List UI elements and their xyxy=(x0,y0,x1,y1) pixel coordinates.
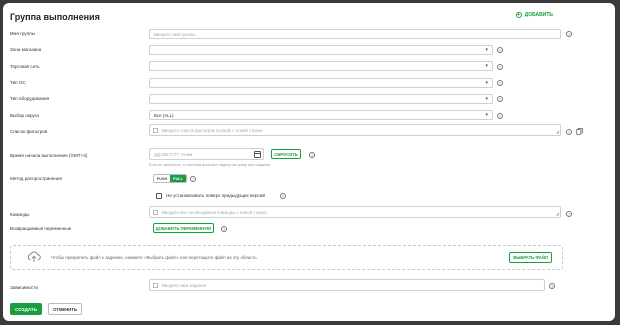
help-icon[interactable]: ? xyxy=(497,113,503,119)
commands-textarea[interactable]: Введите все необходимые команды с новой … xyxy=(149,206,561,218)
os-type-select[interactable]: ▾ xyxy=(149,78,493,88)
form-panel: Группа выполнения + добавить Имя группы … xyxy=(3,3,615,321)
district-select[interactable]: Все (ALL) ▾ xyxy=(149,110,493,120)
reset-button[interactable]: сбросить xyxy=(271,149,301,159)
resize-grip-icon[interactable]: ◢ xyxy=(556,212,559,216)
os-type-label: Тип ОС xyxy=(10,80,26,85)
group-name-input[interactable]: Введите имя группы xyxy=(149,29,561,39)
help-icon[interactable]: ? xyxy=(566,211,572,217)
filter-list-textarea[interactable]: Введите список фильтров exclude с новой … xyxy=(149,124,561,136)
add-link-label: добавить xyxy=(524,12,553,18)
help-icon[interactable]: ? xyxy=(190,176,196,182)
option-pull[interactable]: pull xyxy=(170,175,186,182)
retail-chain-select[interactable]: ▾ xyxy=(149,61,493,71)
start-time-hint: Если не заполнено, то система выполнит з… xyxy=(149,163,271,167)
create-button[interactable]: создать xyxy=(10,303,42,315)
hardware-type-label: Тип оборудования xyxy=(10,96,50,101)
chevron-down-icon: ▾ xyxy=(485,80,488,86)
file-dropzone[interactable]: Чтобы прикрепить файл к заданию, нажмите… xyxy=(10,245,563,270)
district-label: Выбор округа xyxy=(10,113,39,118)
help-icon[interactable]: ? xyxy=(566,129,572,135)
choose-file-button[interactable]: выбрать файл xyxy=(509,252,552,263)
hardware-type-select[interactable]: ▾ xyxy=(149,94,493,104)
option-push[interactable]: push xyxy=(154,175,170,182)
help-icon[interactable]: ? xyxy=(549,283,555,289)
store-zone-label: Зона магазина xyxy=(10,47,42,52)
help-icon[interactable]: ? xyxy=(497,47,503,53)
filter-list-placeholder: Введите список фильтров exclude с новой … xyxy=(162,127,263,133)
distribution-toggle[interactable]: push pull xyxy=(153,174,187,183)
textarea-icon xyxy=(153,210,158,215)
textarea-icon xyxy=(153,283,158,288)
textarea-icon xyxy=(153,128,158,133)
dropzone-text: Чтобы прикрепить файл к заданию, нажмите… xyxy=(51,255,257,260)
help-icon[interactable]: ? xyxy=(566,31,572,37)
help-icon[interactable]: ? xyxy=(497,96,503,102)
no-overwrite-label: Не устанавливать поверх предыдущих верси… xyxy=(166,193,265,198)
add-link[interactable]: + добавить xyxy=(515,11,553,18)
help-icon[interactable]: ? xyxy=(497,64,503,70)
cancel-button[interactable]: отменить xyxy=(48,303,82,315)
start-time-input[interactable]: ДД.ММ.ГГГГ чч:мм xyxy=(149,148,264,160)
chevron-down-icon: ▾ xyxy=(485,47,488,53)
chevron-down-icon: ▾ xyxy=(485,112,488,118)
return-vars-label: Возвращаемые переменные xyxy=(10,226,72,231)
help-icon[interactable]: ? xyxy=(280,193,286,199)
commands-placeholder: Введите все необходимые команды с новой … xyxy=(162,209,267,215)
dependencies-label: Зависимости xyxy=(10,285,38,290)
cloud-upload-icon xyxy=(27,251,41,262)
retail-chain-label: Торговая сеть xyxy=(10,64,40,69)
start-time-label: Время начала выполнения (GMT+3) xyxy=(10,153,88,158)
plus-circle-icon: + xyxy=(515,11,522,18)
dependencies-placeholder: Введите имя задания xyxy=(162,282,206,288)
page-title: Группа выполнения xyxy=(10,12,100,22)
filter-list-label: Список фильтров xyxy=(10,129,48,134)
dependencies-input[interactable]: Введите имя задания xyxy=(149,279,545,291)
resize-grip-icon[interactable]: ◢ xyxy=(556,130,559,134)
no-overwrite-checkbox[interactable] xyxy=(156,193,162,199)
help-icon[interactable]: ? xyxy=(497,80,503,86)
chevron-down-icon: ▾ xyxy=(485,63,488,69)
commands-label: Команды xyxy=(10,212,30,217)
calendar-icon[interactable] xyxy=(254,151,261,158)
copy-icon[interactable] xyxy=(576,128,583,135)
add-variable-button[interactable]: добавить переменную xyxy=(153,223,214,233)
help-icon[interactable]: ? xyxy=(309,152,315,158)
store-zone-select[interactable]: ▾ xyxy=(149,45,493,55)
help-icon[interactable]: ? xyxy=(221,226,227,232)
distribution-method-label: Метод распространения xyxy=(10,176,62,181)
district-value: Все (ALL) xyxy=(154,112,174,118)
chevron-down-icon: ▾ xyxy=(485,96,488,102)
group-name-label: Имя группы xyxy=(10,31,35,36)
